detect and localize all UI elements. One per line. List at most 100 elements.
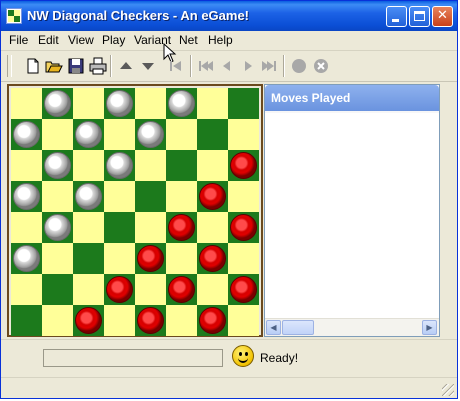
- board-square-5-1[interactable]: [42, 243, 73, 274]
- board-square-4-4[interactable]: [135, 212, 166, 243]
- white-checker-piece[interactable]: [44, 90, 71, 117]
- board-square-1-1[interactable]: [42, 119, 73, 150]
- board-square-1-6[interactable]: [197, 119, 228, 150]
- menu-view[interactable]: View: [68, 33, 94, 47]
- board-square-2-4[interactable]: [135, 150, 166, 181]
- board-square-6-5[interactable]: [166, 274, 197, 305]
- board-square-4-7[interactable]: [228, 212, 259, 243]
- rewind-icon[interactable]: [196, 56, 216, 76]
- white-checker-piece[interactable]: [13, 121, 40, 148]
- board-square-1-0[interactable]: [11, 119, 42, 150]
- board-square-7-1[interactable]: [42, 305, 73, 336]
- board-square-1-4[interactable]: [135, 119, 166, 150]
- board-square-5-5[interactable]: [166, 243, 197, 274]
- red-checker-piece[interactable]: [199, 183, 226, 210]
- white-checker-piece[interactable]: [75, 183, 102, 210]
- board-square-7-4[interactable]: [135, 305, 166, 336]
- white-checker-piece[interactable]: [137, 121, 164, 148]
- red-checker-piece[interactable]: [199, 307, 226, 334]
- board-square-4-6[interactable]: [197, 212, 228, 243]
- board-square-3-2[interactable]: [73, 181, 104, 212]
- board-square-6-1[interactable]: [42, 274, 73, 305]
- next-icon[interactable]: [238, 56, 258, 76]
- scroll-right-button[interactable]: ▶: [422, 320, 437, 335]
- board-square-2-7[interactable]: [228, 150, 259, 181]
- save-icon[interactable]: [66, 56, 86, 76]
- board-square-6-7[interactable]: [228, 274, 259, 305]
- red-checker-piece[interactable]: [137, 307, 164, 334]
- board-square-7-7[interactable]: [228, 305, 259, 336]
- board-square-4-2[interactable]: [73, 212, 104, 243]
- board-square-5-7[interactable]: [228, 243, 259, 274]
- board-square-7-0[interactable]: [11, 305, 42, 336]
- board-square-2-6[interactable]: [197, 150, 228, 181]
- red-checker-piece[interactable]: [137, 245, 164, 272]
- board-square-5-4[interactable]: [135, 243, 166, 274]
- white-checker-piece[interactable]: [106, 152, 133, 179]
- scroll-left-button[interactable]: ◀: [266, 320, 281, 335]
- board-square-3-5[interactable]: [166, 181, 197, 212]
- board-square-3-6[interactable]: [197, 181, 228, 212]
- board-square-0-2[interactable]: [73, 88, 104, 119]
- menu-file[interactable]: File: [9, 33, 28, 47]
- board-square-2-3[interactable]: [104, 150, 135, 181]
- board-square-5-2[interactable]: [73, 243, 104, 274]
- board-square-0-1[interactable]: [42, 88, 73, 119]
- print-icon[interactable]: [88, 56, 108, 76]
- board-square-4-3[interactable]: [104, 212, 135, 243]
- resize-grip-icon[interactable]: [442, 384, 454, 396]
- move-up-icon[interactable]: [116, 56, 136, 76]
- menu-play[interactable]: Play: [102, 33, 125, 47]
- board-square-4-1[interactable]: [42, 212, 73, 243]
- board-square-2-2[interactable]: [73, 150, 104, 181]
- board-square-3-7[interactable]: [228, 181, 259, 212]
- red-checker-piece[interactable]: [106, 276, 133, 303]
- board-square-5-3[interactable]: [104, 243, 135, 274]
- white-checker-piece[interactable]: [13, 245, 40, 272]
- white-checker-piece[interactable]: [75, 121, 102, 148]
- menu-help[interactable]: Help: [208, 33, 233, 47]
- white-checker-piece[interactable]: [168, 90, 195, 117]
- board-square-5-6[interactable]: [197, 243, 228, 274]
- red-checker-piece[interactable]: [230, 214, 257, 241]
- title-bar[interactable]: NW Diagonal Checkers - An eGame! ✕: [1, 1, 457, 31]
- board-square-0-7[interactable]: [228, 88, 259, 119]
- close-button[interactable]: ✕: [432, 6, 453, 27]
- board-square-7-2[interactable]: [73, 305, 104, 336]
- board-square-3-1[interactable]: [42, 181, 73, 212]
- stop-icon[interactable]: [289, 56, 309, 76]
- scroll-thumb[interactable]: [282, 320, 314, 335]
- maximize-button[interactable]: [409, 6, 430, 27]
- board-square-3-3[interactable]: [104, 181, 135, 212]
- white-checker-piece[interactable]: [44, 214, 71, 241]
- board-square-7-5[interactable]: [166, 305, 197, 336]
- open-icon[interactable]: [44, 56, 64, 76]
- board-square-1-2[interactable]: [73, 119, 104, 150]
- red-checker-piece[interactable]: [75, 307, 102, 334]
- board-square-6-2[interactable]: [73, 274, 104, 305]
- board-square-1-3[interactable]: [104, 119, 135, 150]
- board-square-0-0[interactable]: [11, 88, 42, 119]
- board-square-6-4[interactable]: [135, 274, 166, 305]
- board-square-7-3[interactable]: [104, 305, 135, 336]
- white-checker-piece[interactable]: [44, 152, 71, 179]
- board-square-5-0[interactable]: [11, 243, 42, 274]
- menu-edit[interactable]: Edit: [38, 33, 59, 47]
- board-square-7-6[interactable]: [197, 305, 228, 336]
- board-square-1-7[interactable]: [228, 119, 259, 150]
- board-square-6-0[interactable]: [11, 274, 42, 305]
- board-square-0-3[interactable]: [104, 88, 135, 119]
- white-checker-piece[interactable]: [106, 90, 133, 117]
- board-square-4-5[interactable]: [166, 212, 197, 243]
- toolbar-grip[interactable]: [7, 55, 12, 77]
- board-square-2-0[interactable]: [11, 150, 42, 181]
- white-checker-piece[interactable]: [13, 183, 40, 210]
- red-checker-piece[interactable]: [168, 214, 195, 241]
- board-square-0-4[interactable]: [135, 88, 166, 119]
- last-icon[interactable]: [259, 56, 279, 76]
- board-square-0-6[interactable]: [197, 88, 228, 119]
- board-square-2-1[interactable]: [42, 150, 73, 181]
- moves-list[interactable]: [265, 113, 439, 321]
- cancel-icon[interactable]: [311, 56, 331, 76]
- board-square-2-5[interactable]: [166, 150, 197, 181]
